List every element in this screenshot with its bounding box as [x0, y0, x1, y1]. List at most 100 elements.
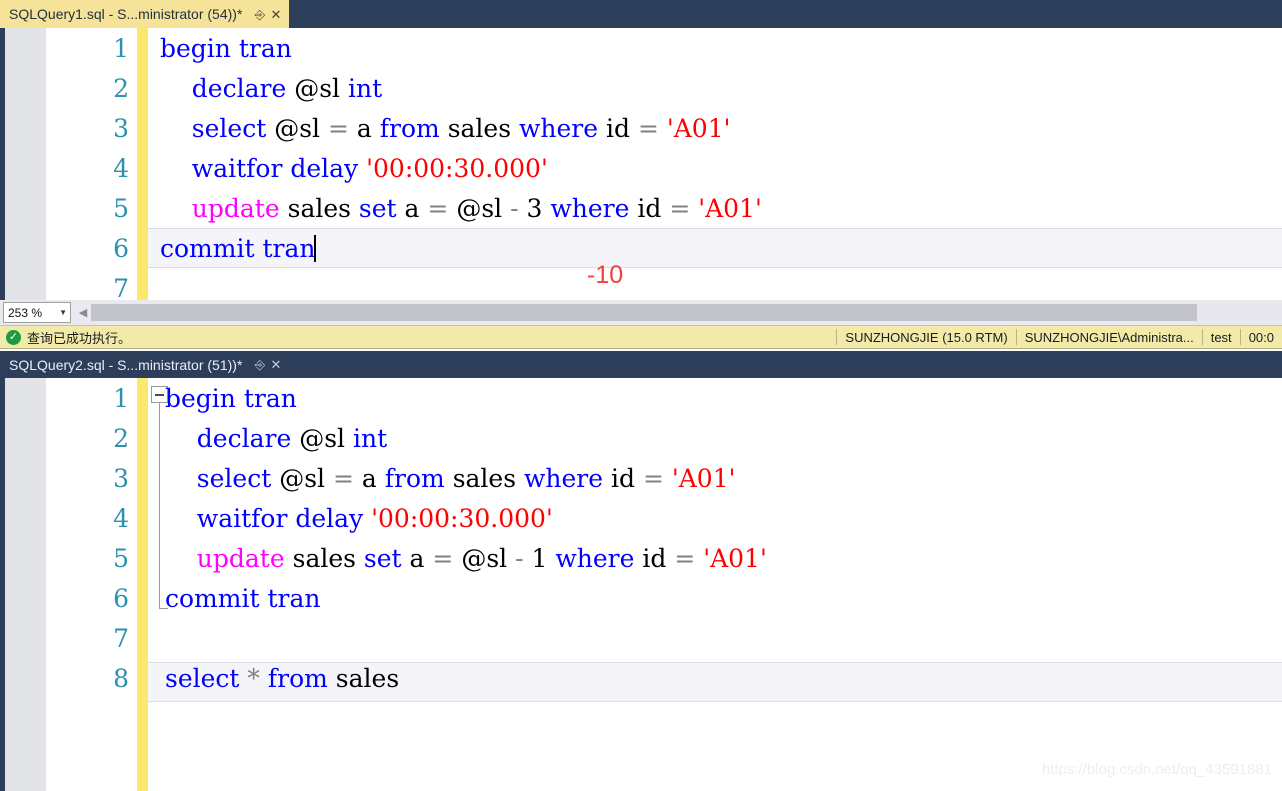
line-number: 3: [113, 463, 129, 493]
token-string: 'A01': [698, 193, 762, 223]
line-content: select * from sales: [165, 664, 1282, 693]
close-icon[interactable]: ✕: [268, 7, 283, 22]
line-number: 5: [113, 193, 129, 223]
token-column: a: [409, 543, 425, 573]
scrollbar-thumb[interactable]: [91, 304, 1197, 321]
token-keyword: waitfor: [196, 503, 288, 533]
tab-sqlquery1-label: SQLQuery1.sql - S...ministrator (54))*: [9, 6, 243, 22]
code-line-3[interactable]: 3 select @sl = a from sales where id = '…: [47, 458, 1282, 498]
pin-icon[interactable]: ⎆: [252, 7, 267, 22]
token-string: '00:00:30.000': [366, 153, 548, 183]
token-keyword: select: [165, 663, 240, 693]
token-keyword: set: [358, 193, 397, 223]
token-operator: =: [328, 113, 349, 143]
token-string: 'A01': [666, 113, 731, 143]
token-operator: =: [669, 193, 691, 223]
token-number: 1: [531, 543, 548, 573]
scroll-left-arrow-icon[interactable]: ◀: [75, 304, 91, 321]
code-line-6[interactable]: 6 commit tran: [47, 228, 1282, 268]
token-keyword: tran: [262, 233, 316, 263]
collapsed-side-panel: [5, 28, 47, 300]
tab-sqlquery2[interactable]: SQLQuery2.sql - S...ministrator (51))* ⎆…: [0, 351, 290, 378]
code-line-1[interactable]: 1 begin tran: [47, 28, 1282, 68]
scrollbar-track[interactable]: [91, 304, 1282, 321]
token-string: 'A01': [671, 463, 736, 493]
token-string: 'A01': [703, 543, 767, 573]
code-line-7[interactable]: 7: [47, 268, 1282, 301]
token-operator: -: [515, 543, 524, 573]
code-line-2[interactable]: 2 declare @sl int: [47, 418, 1282, 458]
token-table: sales: [452, 463, 517, 493]
status-user: SUNZHONGJIE\Administra...: [1015, 329, 1202, 345]
line-content: update sales set a = @sl - 1 where id = …: [165, 544, 1282, 573]
token-table: sales: [447, 113, 512, 143]
token-keyword: declare: [191, 73, 287, 103]
close-icon[interactable]: ✕: [268, 357, 283, 372]
code-line-8[interactable]: 8 select * from sales: [47, 658, 1282, 698]
token-operator: =: [427, 193, 449, 223]
token-variable: @sl: [456, 193, 503, 223]
token-keyword-dml: update: [191, 193, 280, 223]
line-number: 6: [113, 233, 129, 263]
line-content: select @sl = a from sales where id = 'A0…: [160, 114, 1282, 143]
token-star: *: [247, 663, 260, 693]
line-content: declare @sl int: [165, 424, 1282, 453]
code-line-6[interactable]: 6 commit tran: [47, 578, 1282, 618]
token-column: a: [404, 193, 420, 223]
token-keyword: where: [519, 113, 599, 143]
token-keyword: select: [191, 113, 267, 143]
token-variable: @sl: [461, 543, 508, 573]
token-operator: =: [333, 463, 354, 493]
line-number: 7: [113, 273, 129, 301]
token-operator: =: [642, 463, 664, 493]
token-column: a: [356, 113, 372, 143]
token-table: sales: [292, 543, 356, 573]
chevron-down-icon[interactable]: ▼: [59, 308, 67, 317]
tab-sqlquery1[interactable]: SQLQuery1.sql - S...ministrator (54))* ⎆…: [0, 0, 290, 28]
line-number: 4: [113, 153, 129, 183]
text-cursor: [314, 234, 317, 262]
line-content: commit tran: [165, 584, 1282, 613]
code-line-5[interactable]: 5 update sales set a = @sl - 3 where id …: [47, 188, 1282, 228]
code-line-3[interactable]: 3 select @sl = a from sales where id = '…: [47, 108, 1282, 148]
code-line-5[interactable]: 5 update sales set a = @sl - 1 where id …: [47, 538, 1282, 578]
code-line-2[interactable]: 2 declare @sl int: [47, 68, 1282, 108]
line-content: begin tran: [160, 34, 1282, 63]
line-number: 8: [113, 663, 129, 693]
code-area-2[interactable]: 1 begin tran 2 declare @sl int 3 select …: [47, 378, 1282, 791]
code-line-7[interactable]: 7: [47, 618, 1282, 658]
token-keyword: delay: [290, 153, 359, 183]
token-keyword: from: [379, 113, 440, 143]
horizontal-scrollbar[interactable]: ◀: [75, 304, 1282, 321]
status-elapsed: 00:0: [1239, 329, 1282, 345]
annotation-minus-ten-1: -10: [587, 261, 624, 289]
zoom-level-dropdown[interactable]: 253 % ▼: [3, 302, 71, 323]
blog-watermark: https://blog.csdn.net/qq_43591881: [1041, 761, 1272, 778]
line-content: commit tran: [160, 234, 1282, 263]
status-bar-right: SUNZHONGJIE (15.0 RTM) SUNZHONGJIE\Admin…: [836, 326, 1282, 348]
token-number: 3: [526, 193, 543, 223]
token-type: int: [347, 73, 383, 103]
line-number: 4: [113, 503, 129, 533]
line-number: 2: [113, 423, 129, 453]
editor-pane-sqlquery2[interactable]: 1 begin tran 2 declare @sl int 3 select …: [0, 378, 1282, 791]
tabstrip-editor2: SQLQuery2.sql - S...ministrator (51))* ⎆…: [0, 351, 1282, 378]
editor-pane-sqlquery1[interactable]: 1 begin tran 2 declare @sl int 3 select …: [0, 28, 1282, 300]
token-operator: =: [432, 543, 454, 573]
line-number: 7: [113, 623, 129, 653]
code-line-4[interactable]: 4 waitfor delay '00:00:30.000': [47, 148, 1282, 188]
token-keyword: commit: [160, 233, 255, 263]
pin-icon[interactable]: ⎆: [252, 357, 267, 372]
token-variable: @sl: [274, 113, 321, 143]
token-column: a: [361, 463, 377, 493]
token-string: '00:00:30.000': [371, 503, 553, 533]
line-content: update sales set a = @sl - 3 where id = …: [160, 194, 1282, 223]
token-type: int: [352, 423, 388, 453]
token-variable: @sl: [279, 463, 326, 493]
code-line-1[interactable]: 1 begin tran: [47, 378, 1282, 418]
code-line-4[interactable]: 4 waitfor delay '00:00:30.000': [47, 498, 1282, 538]
token-column: id: [637, 193, 662, 223]
editor1-bottom-bar: 253 % ▼ ◀: [0, 300, 1282, 325]
tab-sqlquery2-label: SQLQuery2.sql - S...ministrator (51))*: [9, 356, 243, 373]
code-area-1[interactable]: 1 begin tran 2 declare @sl int 3 select …: [47, 28, 1282, 300]
